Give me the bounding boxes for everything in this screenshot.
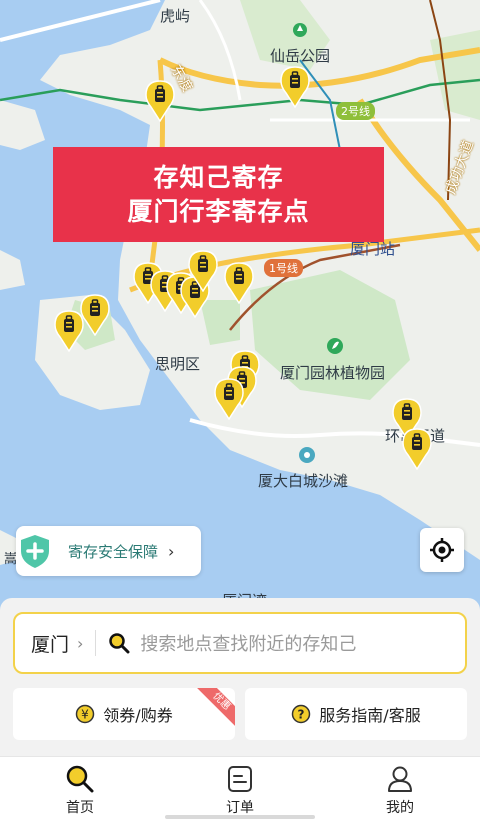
- locate-me-button[interactable]: [420, 528, 464, 572]
- map-label-huyu: 虎屿: [160, 7, 191, 25]
- tab-home[interactable]: 首页: [40, 757, 120, 820]
- home-indicator: [165, 815, 315, 819]
- storage-pin-icon[interactable]: [280, 66, 310, 108]
- help-icon: ?: [292, 704, 311, 724]
- chevron-right-icon: ›: [168, 541, 175, 561]
- map-view[interactable]: 虎屿 仙岳公园 东渡 思明区 厦门站 厦门园林植物园 厦大白城沙滩 成功大道 环…: [0, 0, 480, 610]
- storage-pin-icon[interactable]: [145, 80, 175, 122]
- user-icon: [388, 766, 412, 792]
- tab-profile[interactable]: 我的: [360, 757, 440, 820]
- svg-text:?: ?: [298, 708, 305, 722]
- metro-line1-badge: 1号线: [264, 259, 303, 277]
- promo-banner: 存知己寄存 厦门行李寄存点: [53, 147, 384, 242]
- search-icon: [109, 633, 130, 654]
- park-marker-icon: [293, 23, 307, 37]
- coupon-button[interactable]: ¥ 领券/购券 优惠: [13, 688, 235, 740]
- storage-pin-icon[interactable]: [224, 262, 254, 304]
- banner-title: 存知己寄存: [153, 162, 284, 192]
- yen-coin-icon: ¥: [76, 704, 95, 724]
- map-label-botanical-garden: 厦门园林植物园: [280, 364, 386, 382]
- city-selector[interactable]: 厦门: [31, 630, 69, 657]
- storage-pin-icon[interactable]: [188, 250, 218, 292]
- tab-home-label: 首页: [66, 800, 94, 816]
- chevron-right-icon: ›: [77, 633, 84, 653]
- map-label-baicheng-beach: 厦大白城沙滩: [258, 472, 349, 490]
- divider: [95, 630, 97, 656]
- search-bar[interactable]: 厦门 › 搜索地点查找附近的存知己: [13, 612, 467, 674]
- search-input[interactable]: 搜索地点查找附近的存知己: [140, 630, 356, 656]
- map-label-siming: 思明区: [155, 355, 201, 373]
- discount-badge: 优惠: [193, 688, 235, 730]
- service-guide-label: 服务指南/客服: [319, 706, 421, 725]
- map-base: [0, 0, 480, 610]
- safety-guarantee-button[interactable]: 寄存安全保障 ›: [16, 526, 201, 576]
- coupon-label: 领券/购券: [103, 706, 173, 725]
- service-guide-button[interactable]: ? 服务指南/客服: [245, 688, 467, 740]
- banner-subtitle: 厦门行李寄存点: [127, 196, 310, 226]
- order-icon: [228, 766, 252, 792]
- botanical-marker-icon: [327, 338, 343, 354]
- storage-pin-icon[interactable]: [402, 428, 432, 470]
- tab-orders-label: 订单: [226, 800, 254, 816]
- search-icon: [66, 765, 94, 793]
- crosshair-icon: [430, 538, 454, 562]
- beach-marker-icon: [299, 447, 315, 463]
- map-label-xianyue-park: 仙岳公园: [270, 47, 331, 65]
- storage-pin-icon[interactable]: [80, 294, 110, 336]
- tab-bar: 首页 订单 我的: [0, 756, 480, 820]
- shield-plus-icon: [21, 535, 49, 568]
- storage-pin-icon[interactable]: [214, 378, 244, 420]
- metro-line2-badge: 2号线: [336, 102, 375, 120]
- safety-guarantee-label: 寄存安全保障: [68, 542, 159, 561]
- tab-orders[interactable]: 订单: [200, 757, 280, 820]
- tab-profile-label: 我的: [386, 800, 414, 816]
- svg-text:¥: ¥: [81, 708, 89, 722]
